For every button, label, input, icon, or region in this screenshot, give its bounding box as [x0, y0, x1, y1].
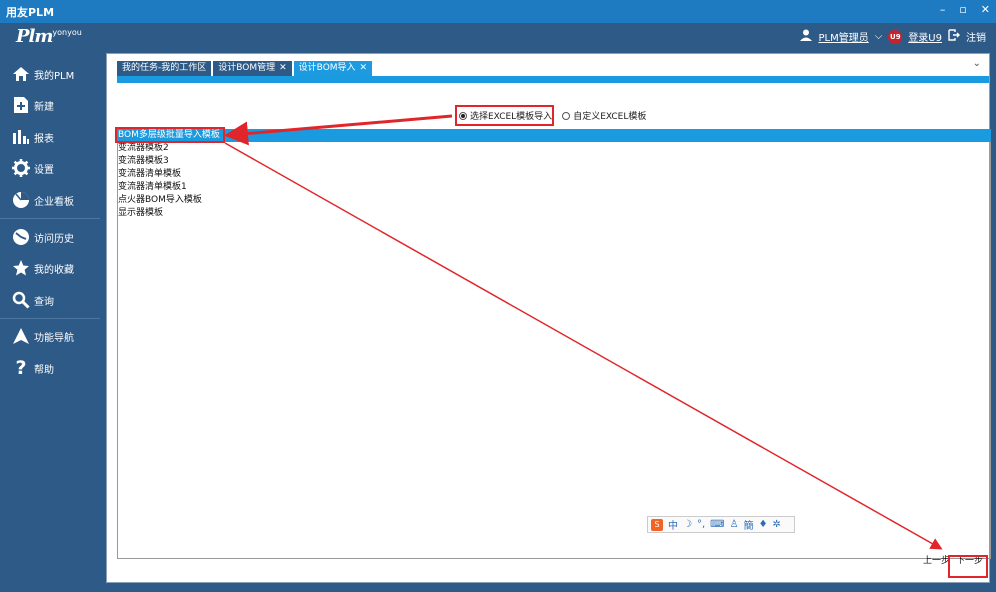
ime-toolbar: S 中 ☽ °, ⌨ ♙ 簡 ♦ ✲ — [647, 516, 795, 533]
gear-icon[interactable]: ✲ — [773, 519, 781, 530]
window-controls: – ▫ ✕ — [940, 3, 990, 16]
custom-excel-radio[interactable]: 自定义EXCEL模板 — [562, 109, 646, 122]
header-user-area: PLM管理员 ⌵ U9 登录U9 注销 — [800, 29, 986, 44]
window-title: 用友PLM — [6, 6, 55, 19]
list-item[interactable]: 变流器模板2 — [117, 142, 991, 155]
sogou-ime-icon[interactable]: S — [651, 518, 663, 531]
sidebar-item-history[interactable]: 访问历史 — [0, 222, 100, 252]
sidebar-item-label: 功能导航 — [34, 332, 74, 344]
moon-icon[interactable]: ☽ — [683, 519, 692, 530]
logout-link[interactable]: 注销 — [966, 29, 986, 44]
list-item[interactable]: 显示器模板 — [117, 207, 991, 220]
sidebar-item-search[interactable]: 查询 — [0, 285, 100, 315]
sidebar-item-label: 访问历史 — [34, 233, 74, 245]
shirt-icon[interactable]: ♦ — [759, 519, 768, 530]
template-list: BOM多层级批量导入模板 变流器模板2 变流器模板3 变流器清单模板 变流器清单… — [117, 129, 991, 220]
sidebar-item-my-plm[interactable]: 我的PLM — [0, 59, 100, 89]
panel-header-bar — [117, 76, 989, 83]
sidebar-item-new[interactable]: 新建 — [0, 90, 100, 120]
highlight-box — [948, 555, 988, 578]
user-menu[interactable]: PLM管理员 — [818, 29, 868, 44]
simplified-icon[interactable]: 簡 — [744, 517, 754, 532]
tab-bar: 我的任务-我的工作区 设计BOM管理 ✕ 设计BOM导入 ✕ — [117, 61, 373, 76]
radio-unselected-icon[interactable] — [562, 111, 571, 120]
person-icon[interactable]: ♙ — [730, 519, 739, 530]
close-button[interactable]: ✕ — [981, 3, 990, 16]
list-item[interactable]: 变流器清单模板 — [117, 168, 991, 181]
main-panel: 我的任务-我的工作区 设计BOM管理 ✕ 设计BOM导入 ✕ ⌄ 选择EXCEL模板… — [106, 53, 991, 583]
sidebar-item-label: 报表 — [34, 133, 54, 145]
sidebar-item-label: 新建 — [34, 101, 54, 113]
tab-bom-management[interactable]: 设计BOM管理 ✕ — [213, 61, 292, 76]
highlight-box — [455, 105, 554, 126]
window-title-bar: 用友PLM – ▫ ✕ — [0, 0, 996, 23]
ime-lang[interactable]: 中 — [668, 517, 678, 532]
sidebar-divider — [0, 218, 100, 219]
sidebar-item-navigation[interactable]: 功能导航 — [0, 321, 100, 351]
clock-icon — [0, 228, 34, 246]
u9-icon: U9 — [888, 29, 903, 44]
chevron-down-icon[interactable]: ⌄ — [973, 58, 981, 69]
list-item[interactable]: 点火器BOM导入模板 — [117, 194, 991, 207]
yonyou-plm-logo: Plmyonyou — [16, 26, 82, 47]
list-item[interactable]: 变流器清单模板1 — [117, 181, 991, 194]
sidebar-item-label: 企业看板 — [34, 196, 74, 208]
chevron-down-icon[interactable]: ⌵ — [875, 31, 883, 42]
logout-icon[interactable] — [948, 29, 960, 44]
minimize-button[interactable]: – — [940, 3, 946, 16]
maximize-button[interactable]: ▫ — [959, 3, 966, 16]
sidebar-item-label: 我的PLM — [34, 70, 75, 82]
bar-chart-icon — [0, 129, 34, 145]
pie-chart-icon — [0, 191, 34, 209]
user-icon — [800, 29, 813, 44]
sidebar-divider — [0, 318, 100, 319]
app-header: Plmyonyou PLM管理员 ⌵ U9 登录U9 注销 — [0, 23, 996, 51]
prev-step-button[interactable]: 上一步 — [923, 553, 950, 566]
tab-bom-import[interactable]: 设计BOM导入 ✕ — [293, 61, 373, 76]
sidebar: 我的PLM 新建 报表 设置 企业看板 访问历史 我的收藏 查询 功能导航 ? … — [0, 51, 100, 592]
navigation-icon — [0, 327, 34, 345]
sidebar-item-label: 设置 — [34, 164, 54, 176]
list-item[interactable]: BOM多层级批量导入模板 — [117, 129, 991, 142]
punctuation-icon[interactable]: °, — [697, 519, 705, 530]
list-item[interactable]: 变流器模板3 — [117, 155, 991, 168]
star-icon — [0, 259, 34, 277]
help-icon: ? — [15, 357, 27, 379]
sidebar-item-favorites[interactable]: 我的收藏 — [0, 253, 100, 283]
keyboard-icon[interactable]: ⌨ — [710, 519, 724, 530]
search-icon — [0, 291, 34, 309]
sidebar-item-help[interactable]: ? 帮助 — [0, 353, 100, 383]
tab-my-workspace[interactable]: 我的任务-我的工作区 — [117, 61, 212, 76]
close-tab-icon[interactable]: ✕ — [279, 61, 287, 76]
new-document-icon — [0, 96, 34, 114]
sidebar-item-dashboard[interactable]: 企业看板 — [0, 185, 100, 215]
sidebar-item-reports[interactable]: 报表 — [0, 122, 100, 152]
highlight-box — [115, 127, 225, 143]
home-icon — [0, 66, 34, 82]
sidebar-item-label: 我的收藏 — [34, 264, 74, 276]
login-u9-link[interactable]: 登录U9 — [908, 29, 942, 44]
sidebar-item-settings[interactable]: 设置 — [0, 153, 100, 183]
sidebar-item-label: 帮助 — [34, 364, 54, 376]
sidebar-item-label: 查询 — [34, 296, 54, 308]
gear-icon — [0, 159, 34, 177]
close-tab-icon[interactable]: ✕ — [360, 61, 368, 76]
